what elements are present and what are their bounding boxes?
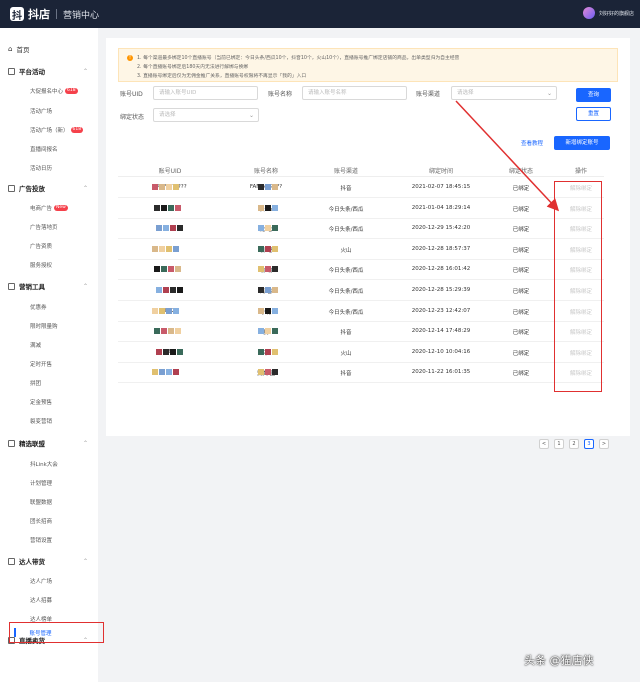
annotation-arrow — [455, 100, 560, 212]
watermark: 头条 @猫店侠 — [524, 654, 594, 667]
